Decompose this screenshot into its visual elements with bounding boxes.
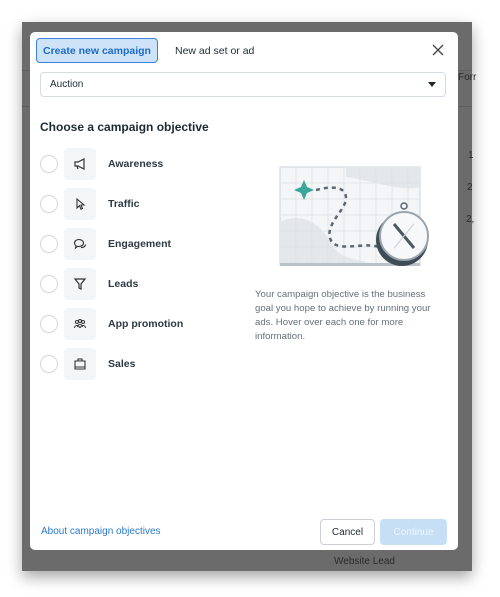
create-campaign-dialog: Create new campaign New ad set or ad Auc… [30, 32, 458, 550]
background-column-header: Forr [458, 72, 477, 83]
background-cell: Website Lead [334, 556, 395, 567]
buying-type-select[interactable]: Auction [40, 72, 446, 97]
objective-label: Leads [108, 278, 139, 290]
objective-option-awareness[interactable]: Awareness [40, 148, 240, 180]
objective-option-app-promotion[interactable]: App promotion [40, 308, 240, 340]
cursor-icon [76, 197, 86, 210]
caret-down-icon [428, 82, 436, 87]
objective-option-traffic[interactable]: Traffic [40, 188, 240, 220]
objective-option-engagement[interactable]: Engagement [40, 228, 240, 260]
radio-button[interactable] [40, 275, 58, 293]
background-cell: 1 [468, 150, 474, 161]
objective-option-leads[interactable]: Leads [40, 268, 240, 300]
tab-new-ad-set-or-ad[interactable]: New ad set or ad [175, 38, 254, 63]
objective-label: Sales [108, 358, 136, 370]
people-icon [74, 319, 86, 329]
radio-button[interactable] [40, 355, 58, 373]
close-icon [432, 44, 444, 56]
shopping-bag-icon [74, 358, 86, 370]
radio-button[interactable] [40, 195, 58, 213]
buying-type-value: Auction [50, 79, 84, 90]
radio-button[interactable] [40, 315, 58, 333]
objective-option-sales[interactable]: Sales [40, 348, 240, 380]
objective-label: Awareness [108, 158, 164, 170]
tab-create-new-campaign[interactable]: Create new campaign [36, 38, 158, 63]
objective-label: App promotion [108, 318, 184, 330]
objective-label: Traffic [108, 198, 140, 210]
background-cell: 2, [466, 214, 475, 225]
objective-help-text: Your campaign objective is the business … [255, 289, 431, 342]
about-campaign-objectives-link[interactable]: About campaign objectives [41, 526, 161, 537]
objective-label: Engagement [108, 238, 172, 250]
background-cell: 2 [467, 182, 473, 193]
map-compass-illustration [279, 166, 429, 266]
objective-heading: Choose a campaign objective [40, 120, 209, 134]
chat-bubbles-icon [73, 238, 87, 250]
radio-button[interactable] [40, 235, 58, 253]
close-button[interactable] [430, 42, 446, 58]
funnel-icon [73, 278, 87, 290]
megaphone-icon [74, 158, 85, 170]
cancel-button[interactable]: Cancel [320, 519, 375, 545]
radio-button[interactable] [40, 155, 58, 173]
continue-button[interactable]: Continue [380, 519, 447, 545]
